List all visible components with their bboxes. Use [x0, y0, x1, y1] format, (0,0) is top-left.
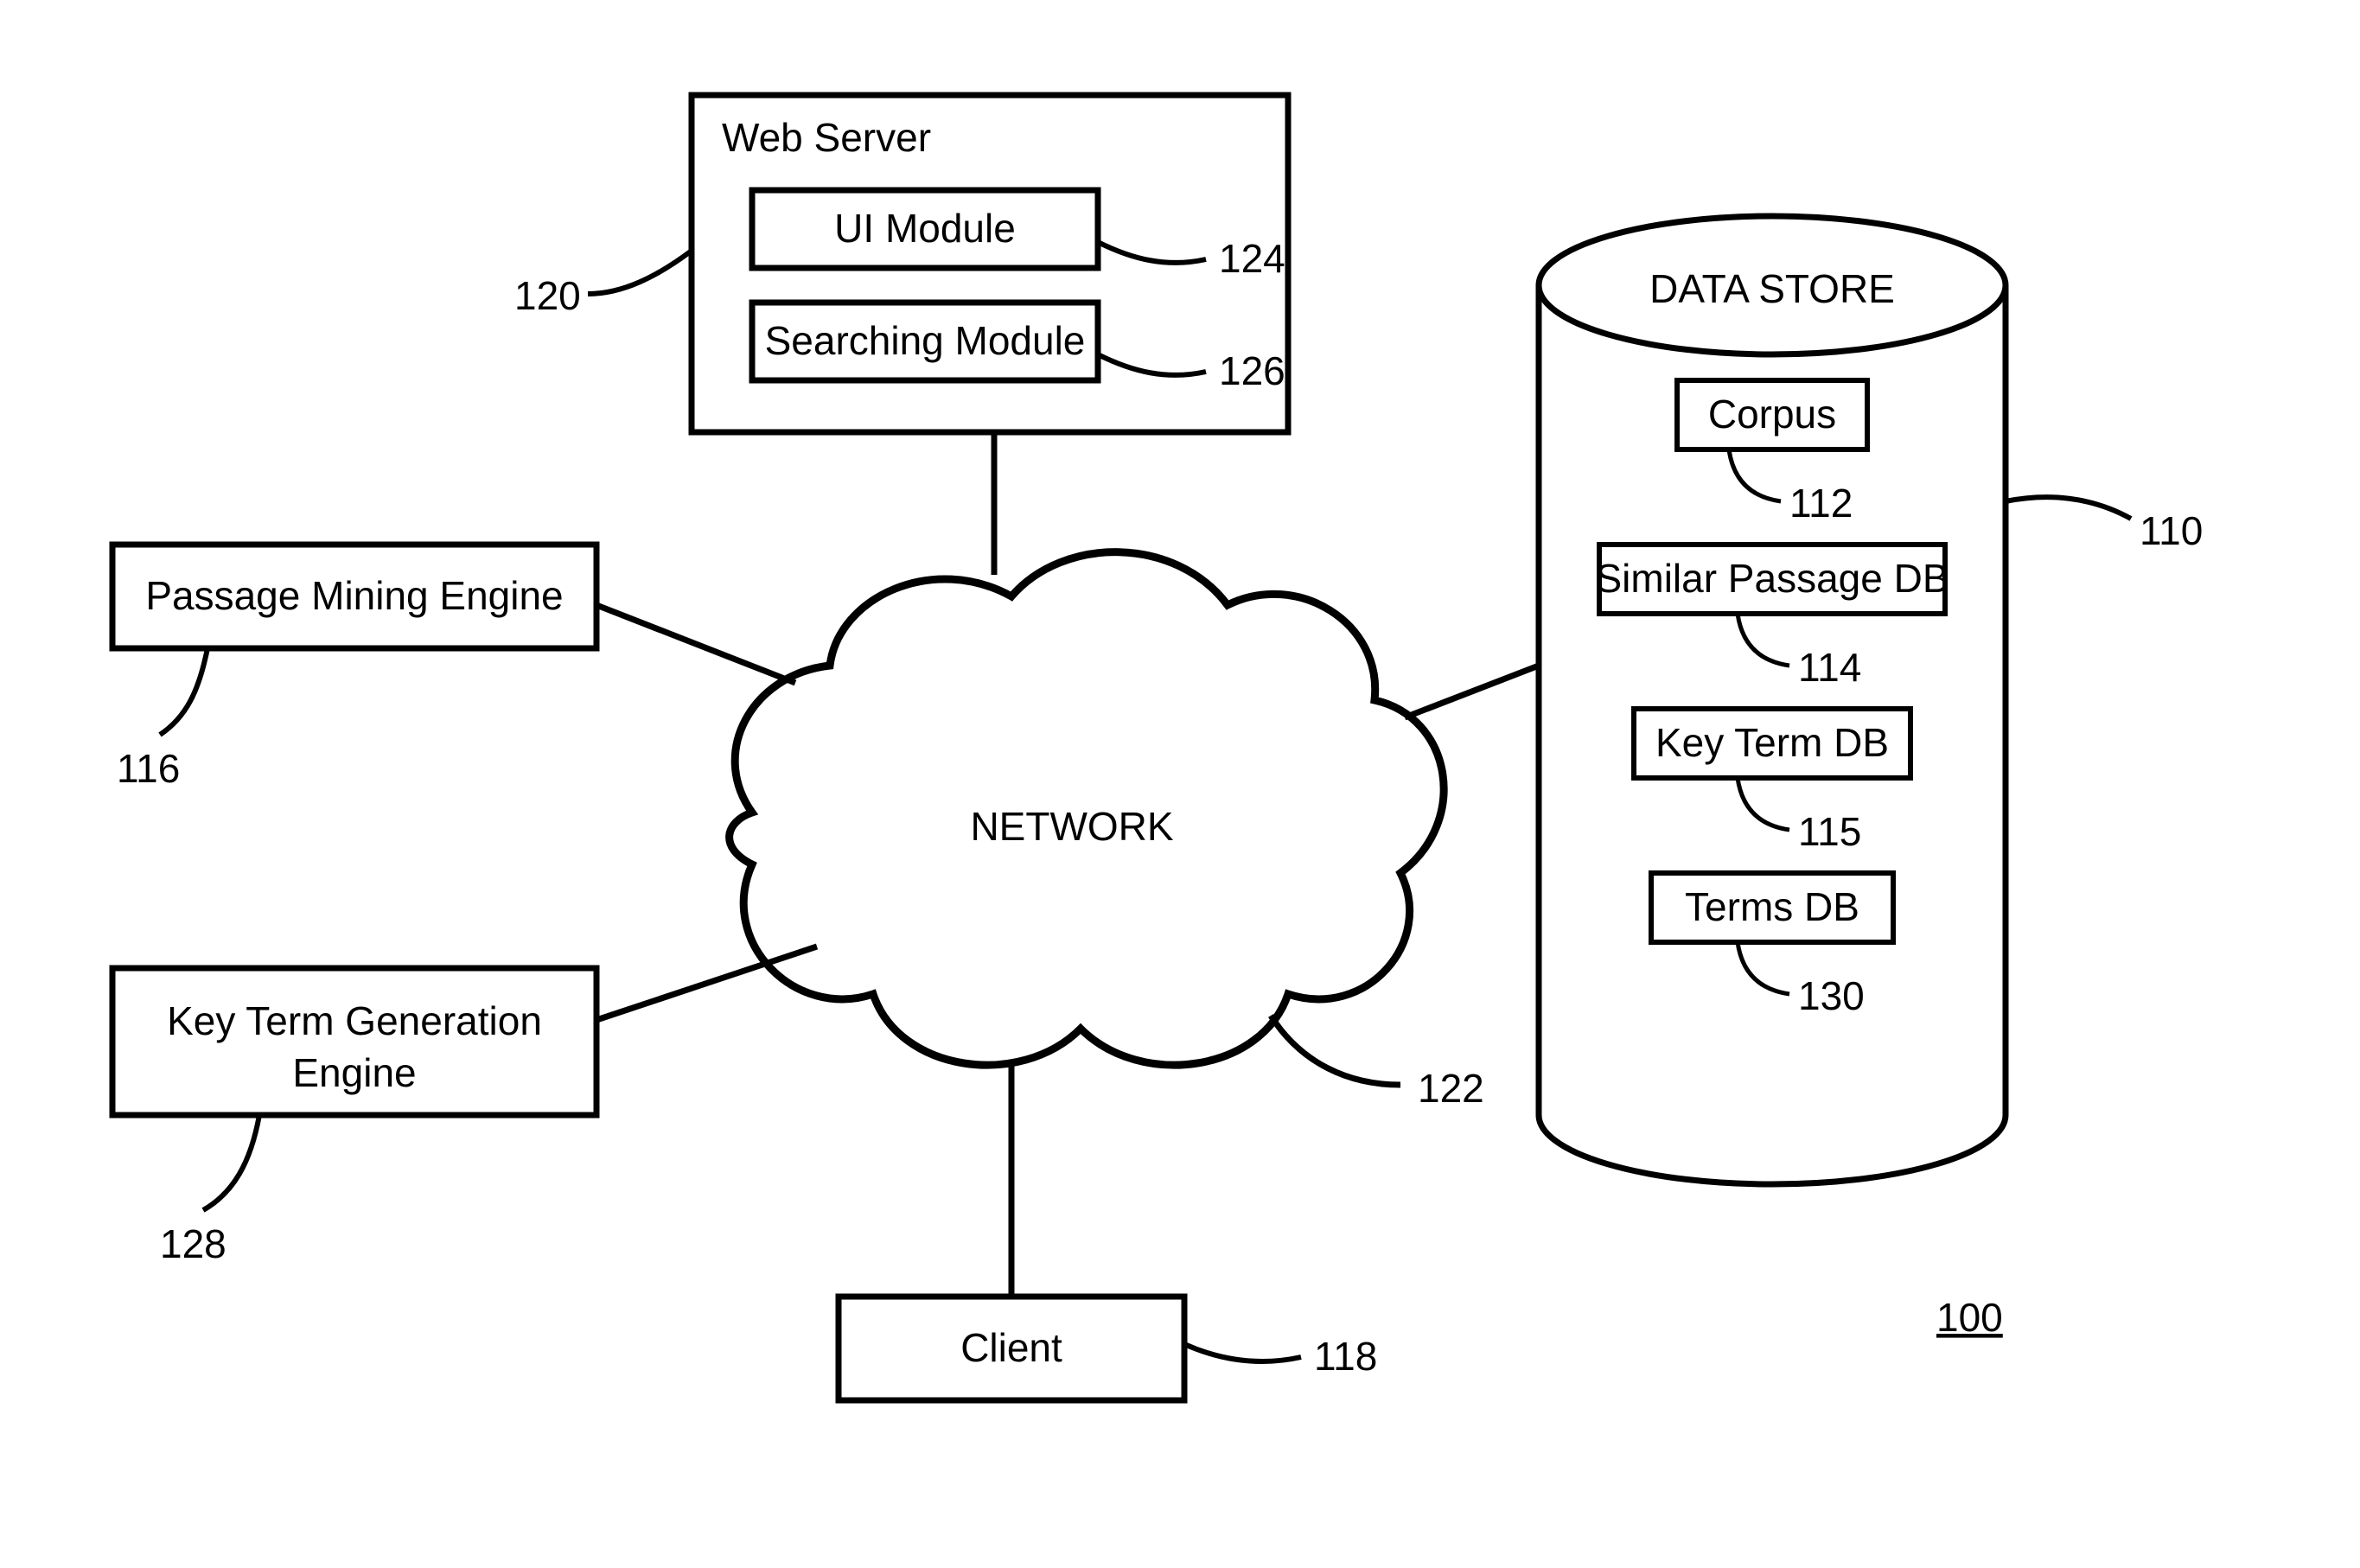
ui-module-ref: 124 [1219, 236, 1285, 281]
key-term-db-label: Key Term DB [1655, 720, 1889, 765]
data-store-ref: 110 [2140, 508, 2203, 553]
key-term-gen-ref: 128 [160, 1221, 226, 1266]
similar-passage-label: Similar Passage DB [1595, 556, 1949, 601]
data-store-cylinder: DATA STORE Corpus 112 Similar Passage DB… [1539, 216, 2006, 1184]
passage-mining-label: Passage Mining Engine [145, 573, 563, 618]
client-box: Client [839, 1297, 1184, 1400]
ui-module-label: UI Module [834, 206, 1016, 251]
network-label: NETWORK [970, 804, 1173, 849]
corpus-label: Corpus [1708, 392, 1836, 437]
ui-module-box: UI Module [752, 190, 1098, 268]
similar-passage-ref: 114 [1798, 645, 1861, 690]
client-ref: 118 [1314, 1334, 1377, 1379]
architecture-diagram: NETWORK 122 Web Server UI Module 124 Sea… [0, 0, 2360, 1568]
client-label: Client [960, 1325, 1062, 1370]
terms-db-label: Terms DB [1685, 884, 1859, 929]
key-term-db-ref: 115 [1798, 809, 1861, 854]
network-ref: 122 [1418, 1066, 1484, 1111]
figure-ref: 100 [1936, 1295, 2003, 1340]
corpus-box: Corpus [1677, 380, 1867, 449]
key-term-db-box: Key Term DB [1634, 709, 1910, 778]
web-server-title: Web Server [722, 115, 931, 160]
passage-mining-ref: 116 [117, 746, 180, 791]
passage-mining-box: Passage Mining Engine [112, 545, 596, 648]
corpus-ref: 112 [1789, 481, 1853, 526]
data-store-title: DATA STORE [1649, 266, 1895, 311]
searching-module-box: Searching Module [752, 303, 1098, 380]
similar-passage-box: Similar Passage DB [1595, 545, 1949, 614]
key-term-gen-label-2: Engine [292, 1050, 416, 1095]
key-term-gen-box: Key Term Generation Engine [112, 968, 596, 1115]
terms-db-ref: 130 [1798, 973, 1865, 1018]
web-server-box: Web Server UI Module 124 Searching Modul… [692, 95, 1288, 432]
web-server-ref: 120 [514, 273, 581, 318]
network-cloud: NETWORK [730, 552, 1444, 1065]
searching-module-label: Searching Module [765, 318, 1086, 363]
terms-db-box: Terms DB [1651, 873, 1893, 942]
key-term-gen-label-1: Key Term Generation [167, 998, 542, 1043]
searching-module-ref: 126 [1219, 348, 1285, 393]
